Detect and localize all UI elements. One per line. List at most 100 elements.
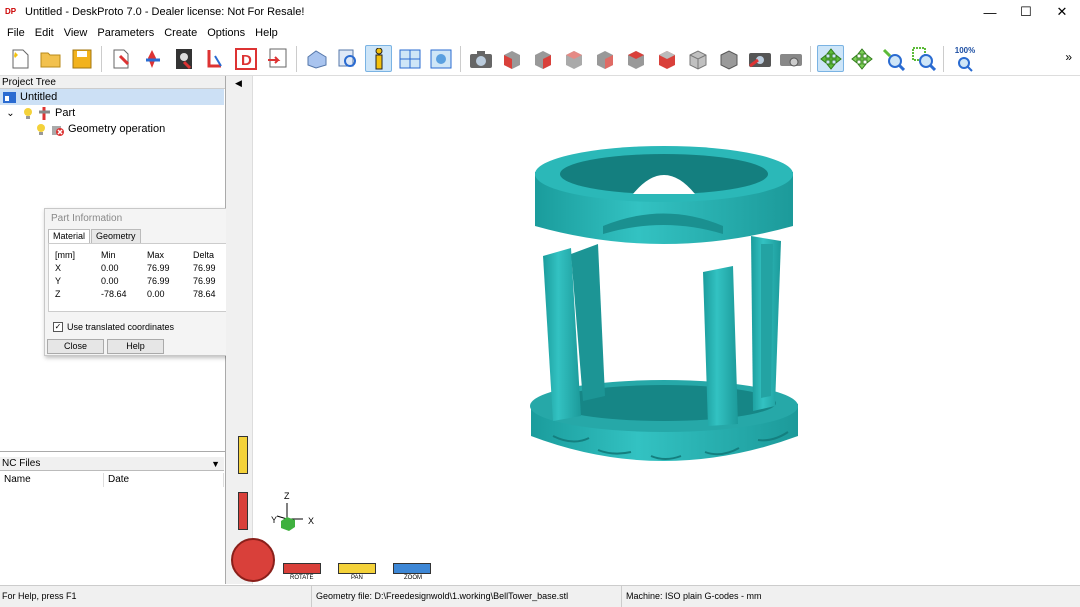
grid-header: Min [101,250,116,260]
maximize-button[interactable]: ☐ [1008,0,1044,24]
camera-button[interactable] [467,45,494,72]
grid-header-row: [mm] Min Max Delta [55,249,241,262]
info-icon [375,47,382,69]
pan-button[interactable] [848,45,875,72]
close-window-button[interactable]: ✕ [1044,0,1080,24]
project-tree-header: Project Tree [0,76,225,89]
menu-create[interactable]: Create [159,24,202,42]
grid-cell: 76.99 [147,276,170,286]
toolbar-separator [101,45,102,72]
tab-geometry[interactable]: Geometry [91,229,141,243]
new-file-button[interactable] [6,45,33,72]
grid-cell: Z [55,289,61,299]
pan-control[interactable]: PAN [338,563,378,583]
part-icon [38,106,51,120]
view-solid-button[interactable] [715,45,742,72]
rotate-control[interactable]: ROTATE [283,563,323,583]
save-button[interactable] [68,45,95,72]
toolbar-separator [810,45,811,72]
lightbulb-icon[interactable] [34,123,47,136]
cube-back-icon [534,50,551,69]
screen-icon [430,49,451,68]
rotate-slider[interactable] [238,492,248,530]
print-settings-button[interactable] [777,45,804,72]
tree-item-project[interactable]: Untitled [0,89,224,105]
menu-view[interactable]: View [59,24,93,42]
close-button[interactable]: Close [47,339,104,354]
pan-slider[interactable] [238,436,248,474]
axis-gizmo-icon [276,503,303,531]
chevron-down-icon[interactable]: ⌄ [4,107,17,120]
view-front-button[interactable] [498,45,525,72]
eraser-button[interactable] [303,45,330,72]
preview-icon [338,49,356,67]
menu-file[interactable]: File [2,24,30,42]
cube-right-icon [596,50,613,69]
zoom-in-button[interactable] [879,45,906,72]
export-button[interactable] [263,45,290,72]
toolbar-overflow-button[interactable]: » [1065,50,1072,64]
zoom-control-label: ZOOM [404,575,422,581]
grid-cell: -78.64 [101,289,127,299]
split-view-icon [399,49,420,68]
screen-button[interactable] [427,45,454,72]
split-view-button[interactable] [396,45,423,72]
preview-button[interactable] [334,45,361,72]
column-header-name[interactable]: Name [0,473,104,487]
eraser-icon [307,49,326,69]
tree-item-geometry-operation[interactable]: Geometry operation [34,121,165,137]
rotate-button[interactable] [817,45,844,72]
window-title: Untitled - DeskProto 7.0 - Dealer licens… [25,6,305,18]
view-right-button[interactable] [591,45,618,72]
grid-cell: X [55,263,62,273]
view-back-button[interactable] [529,45,556,72]
info-button[interactable] [365,45,392,72]
collapse-left-icon[interactable]: ◀ [235,78,242,89]
menu-help[interactable]: Help [250,24,283,42]
tab-material[interactable]: Material [48,229,91,243]
lightbulb-icon[interactable] [21,107,34,120]
grid-header: Max [147,250,165,260]
tree-item-part[interactable]: ⌄ Part [0,105,75,121]
view-left-button[interactable] [560,45,587,72]
menu-edit[interactable]: Edit [30,24,59,42]
zoom-window-button[interactable] [910,45,937,72]
geometry-button[interactable] [139,45,166,72]
toolbar-separator [943,45,944,72]
minimize-button[interactable]: — [972,0,1008,24]
screenshot-button[interactable] [746,45,773,72]
zoom-control[interactable]: ZOOM [393,563,433,583]
column-header-date[interactable]: Date [104,473,224,487]
3d-viewport[interactable]: Z Y X ROTATE PAN ZOOM [231,76,1080,584]
bell-tower-model [530,146,798,461]
open-folder-button[interactable] [37,45,64,72]
grid-row-y: Y 0.00 76.99 76.99 [55,275,241,288]
translated-coords-checkbox[interactable]: ✓ [53,322,63,332]
photo-icon [175,48,192,69]
cube-top-icon [627,50,644,69]
menu-parameters[interactable]: Parameters [92,24,159,42]
save-icon [72,49,91,68]
geometry-operation-icon [51,123,64,136]
cube-iso-icon [689,49,706,70]
nc-files-header[interactable]: NC Files ▼ [0,457,224,471]
view-bottom-button[interactable] [653,45,680,72]
drawing-button[interactable]: D [232,45,259,72]
part-information-dialog: Part Information Material Geometry [mm] … [44,208,245,356]
view-iso-button[interactable] [684,45,711,72]
part-wizard-button[interactable] [108,45,135,72]
dropdown-arrow-icon[interactable]: ▼ [211,457,220,471]
translated-coords-checkbox-row[interactable]: ✓ Use translated coordinates [53,322,174,332]
grid-cell: 76.99 [147,263,170,273]
pan-icon [850,47,873,70]
photo-button[interactable] [170,45,197,72]
zoom-100-button[interactable]: 100% [950,45,980,72]
rotate-dial[interactable] [231,538,275,582]
dialog-title-bar[interactable]: Part Information [45,209,244,229]
help-button[interactable]: Help [107,339,164,354]
menu-options[interactable]: Options [202,24,250,42]
view-top-button[interactable] [622,45,649,72]
pan-control-label: PAN [351,575,363,581]
stencil-button[interactable] [201,45,228,72]
tree-item-label: Geometry operation [68,123,166,135]
